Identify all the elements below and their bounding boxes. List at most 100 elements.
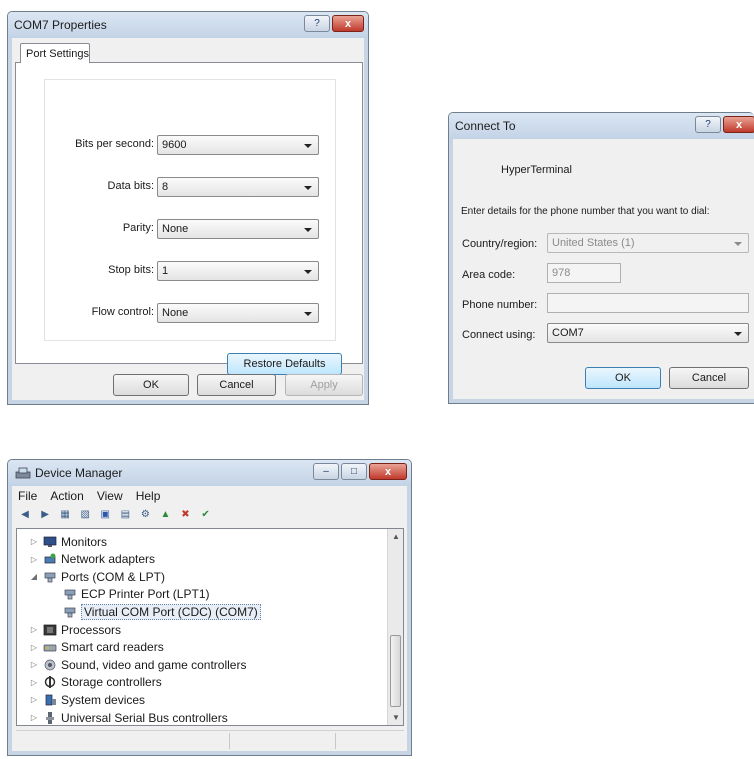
ok-button[interactable]: OK (585, 367, 661, 389)
collapsed-arrow-icon[interactable]: ▷ (29, 695, 39, 704)
area-code-field[interactable]: 978 (547, 263, 621, 283)
tree-item[interactable]: ▷ Monitors (29, 533, 107, 550)
tree-item[interactable]: ▷ Sound, video and game controllers (29, 656, 247, 673)
chevron-down-icon (304, 270, 312, 274)
tree-item-label: Smart card readers (61, 640, 164, 655)
tree-item-label: System devices (61, 692, 146, 707)
forward-arrow-icon[interactable]: ▶ (38, 508, 52, 521)
tree-item[interactable]: ▷ Network adapters (29, 551, 155, 568)
phone-number-label: Phone number: (462, 299, 538, 311)
tab-port-settings[interactable]: Port Settings (20, 43, 90, 63)
tree-item[interactable]: ▷ System devices (29, 691, 145, 708)
country-region-dropdown[interactable]: United States (1) (547, 233, 749, 253)
tree-item-label: Virtual COM Port (CDC) (COM7) (81, 603, 261, 620)
parity-dropdown[interactable]: None (157, 219, 319, 239)
flow-control-label: Flow control: (91, 306, 154, 318)
collapsed-arrow-icon[interactable]: ▷ (29, 660, 39, 669)
help-button[interactable]: ? (695, 116, 721, 133)
help-book-icon[interactable]: ▣ (98, 508, 112, 521)
data-bits-dropdown[interactable]: 8 (157, 177, 319, 197)
menu-file[interactable]: File (18, 489, 37, 503)
tree-item-label: Ports (COM & LPT) (61, 569, 166, 584)
toolbar: ◀ ▶ ▦ ▧ ▣ ▤ ⚙ ▲ ✖ ✔ (18, 508, 216, 524)
collapsed-arrow-icon[interactable]: ▷ (29, 537, 39, 546)
device-manager-window-title: Device Manager (35, 466, 123, 480)
chevron-down-icon (734, 332, 742, 336)
tree-item[interactable]: ▷ Storage controllers (29, 674, 162, 691)
parity-label: Parity: (122, 222, 154, 234)
show-hidden-icon[interactable]: ▧ (78, 508, 92, 521)
ok-button[interactable]: OK (113, 374, 189, 396)
cancel-button[interactable]: Cancel (197, 374, 276, 396)
com7-properties-window: COM7 Properties ? x Port Settings Bits p… (7, 11, 369, 405)
phone-number-field[interactable] (547, 293, 749, 313)
tree-item[interactable]: Virtual COM Port (CDC) (COM7) (63, 603, 261, 620)
connect-using-dropdown[interactable]: COM7 (547, 323, 749, 343)
help-button[interactable]: ? (304, 15, 330, 32)
scroll-down-arrow-icon[interactable]: ▼ (392, 713, 400, 722)
collapsed-arrow-icon[interactable]: ▷ (29, 625, 39, 634)
properties-sheet-icon[interactable]: ▦ (58, 508, 72, 521)
connect-using-label: Connect using: (462, 329, 536, 341)
minimize-button[interactable]: – (313, 463, 339, 480)
maximize-icon: □ (350, 466, 358, 477)
help-icon: ? (705, 119, 711, 130)
usb-icon (43, 711, 57, 724)
bits-per-second-label: Bits per second: (75, 138, 154, 150)
device-manager-titlebar[interactable]: Device Manager – □ x (8, 460, 411, 486)
bits-per-second-dropdown[interactable]: 9600 (157, 135, 319, 155)
flow-control-dropdown[interactable]: None (157, 303, 319, 323)
scan-hardware-icon[interactable]: ⚙ (138, 508, 152, 521)
port-icon (43, 571, 57, 583)
menu-action[interactable]: Action (50, 489, 83, 503)
tree-item[interactable]: ▷ Universal Serial Bus controllers (29, 709, 228, 726)
settings-group (44, 79, 336, 341)
vertical-scrollbar[interactable]: ▲ ▼ (387, 529, 403, 725)
stop-bits-dropdown[interactable]: 1 (157, 261, 319, 281)
collapsed-arrow-icon[interactable]: ▷ (29, 643, 39, 652)
close-button[interactable]: x (332, 15, 364, 32)
menu-view[interactable]: View (97, 489, 123, 503)
details-view-icon[interactable]: ▤ (118, 508, 132, 521)
status-panel-1 (16, 733, 230, 749)
back-arrow-icon[interactable]: ◀ (18, 508, 32, 521)
instruction-text: Enter details for the phone number that … (461, 206, 710, 217)
close-icon: x (384, 465, 392, 478)
close-button[interactable]: x (723, 116, 754, 133)
device-manager-app-icon (15, 467, 31, 479)
tree-item[interactable]: ▷ Smart card readers (29, 639, 164, 656)
menu-help[interactable]: Help (136, 489, 161, 503)
tree-item-label: Network adapters (61, 552, 156, 567)
status-bar (16, 730, 404, 750)
tree-item-label: Processors (61, 622, 122, 637)
scroll-up-arrow-icon[interactable]: ▲ (392, 532, 400, 541)
connect-to-titlebar[interactable]: Connect To ? x (449, 113, 754, 139)
close-icon: x (344, 17, 352, 30)
com7-titlebar[interactable]: COM7 Properties ? x (8, 12, 368, 38)
sound-icon (43, 659, 57, 671)
minimize-icon: – (323, 466, 329, 477)
scrollbar-thumb[interactable] (390, 635, 401, 707)
chevron-down-icon (304, 144, 312, 148)
restore-defaults-button[interactable]: Restore Defaults (227, 353, 342, 375)
tree-item[interactable]: ▷ Processors (29, 621, 121, 638)
enable-device-icon[interactable]: ✔ (199, 508, 213, 521)
collapsed-arrow-icon[interactable]: ▷ (29, 713, 39, 722)
apply-button[interactable]: Apply (285, 374, 363, 396)
cancel-button[interactable]: Cancel (669, 367, 749, 389)
update-driver-icon[interactable]: ▲ (158, 508, 172, 521)
status-panel-2 (232, 733, 336, 749)
connect-to-body: HyperTerminal Enter details for the phon… (453, 139, 754, 399)
tree-item[interactable]: ECP Printer Port (LPT1) (63, 586, 209, 603)
area-code-label: Area code: (462, 269, 516, 281)
collapsed-arrow-icon[interactable]: ▷ (29, 678, 39, 687)
maximize-button[interactable]: □ (341, 463, 367, 480)
monitor-icon (43, 536, 57, 548)
expanded-arrow-icon[interactable]: ◢ (29, 572, 39, 581)
uninstall-icon[interactable]: ✖ (179, 508, 193, 521)
tree-item-label: Sound, video and game controllers (61, 657, 247, 672)
collapsed-arrow-icon[interactable]: ▷ (29, 555, 39, 564)
close-icon: x (735, 118, 743, 131)
tree-item[interactable]: ◢ Ports (COM & LPT) (29, 568, 165, 585)
close-button[interactable]: x (369, 463, 407, 480)
